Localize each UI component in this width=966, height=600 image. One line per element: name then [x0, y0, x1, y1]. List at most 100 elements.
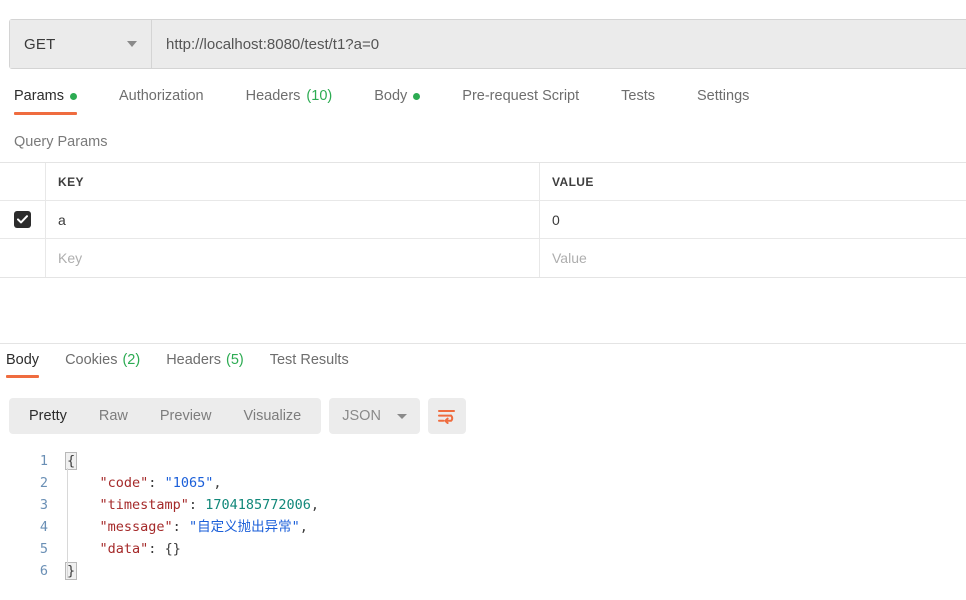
code-line: {	[58, 450, 966, 472]
json-comma: ,	[213, 475, 222, 491]
response-body-viewer[interactable]: 1 2 3 4 5 6 { "code": "1065", "timestamp…	[0, 446, 966, 600]
http-method-label: GET	[24, 35, 56, 53]
request-url-bar: GET http://localhost:8080/test/t1?a=0	[9, 19, 966, 69]
table-row: a 0	[0, 201, 966, 239]
code-line: "message": "自定义抛出异常",	[58, 516, 966, 538]
request-url-input[interactable]: http://localhost:8080/test/t1?a=0	[152, 20, 966, 68]
param-value-input[interactable]: 0	[540, 201, 966, 238]
tab-headers[interactable]: Headers (10)	[246, 88, 333, 115]
response-tab-body[interactable]: Body	[6, 352, 40, 378]
response-tab-test-results[interactable]: Test Results	[270, 352, 349, 378]
tab-authorization-label: Authorization	[118, 88, 204, 104]
line-number: 2	[39, 475, 48, 491]
response-tab-headers-count: (5)	[226, 352, 244, 368]
json-separator: :	[148, 541, 165, 557]
tab-pre-request-script[interactable]: Pre-request Script	[462, 88, 579, 115]
line-number-gutter: 1 2 3 4 5 6	[0, 446, 58, 600]
response-tab-cookies-label: Cookies	[65, 352, 118, 368]
response-tab-cookies-count: (2)	[122, 352, 141, 368]
word-wrap-icon	[438, 410, 456, 424]
tab-headers-count: (10)	[306, 88, 333, 104]
tab-settings-label: Settings	[696, 88, 750, 104]
response-tab-body-label: Body	[6, 352, 40, 368]
code-fold-rail	[67, 468, 68, 578]
request-tab-bar: Params Authorization Headers (10) Body P…	[0, 88, 966, 121]
tab-body-label: Body	[374, 88, 408, 104]
json-key: "timestamp"	[99, 497, 189, 513]
view-mode-preview[interactable]: Preview	[144, 402, 228, 430]
param-key-input[interactable]: a	[46, 201, 540, 238]
response-format-select[interactable]: JSON	[329, 398, 420, 434]
word-wrap-button[interactable]	[427, 398, 466, 434]
json-key: "data"	[99, 541, 149, 557]
line-number: 6	[39, 563, 48, 579]
json-key: "code"	[99, 475, 149, 491]
check-icon	[17, 215, 28, 224]
code-line: "code": "1065",	[58, 472, 966, 494]
tab-params[interactable]: Params	[14, 88, 77, 115]
response-tab-headers[interactable]: Headers (5)	[166, 352, 244, 378]
line-number: 4	[39, 519, 48, 535]
param-key-placeholder: Key	[58, 250, 83, 266]
json-separator: :	[148, 475, 165, 491]
tab-tests-label: Tests	[621, 88, 655, 104]
row-enabled-checkbox[interactable]	[14, 211, 31, 228]
response-tab-headers-label: Headers	[166, 352, 221, 368]
response-format-label: JSON	[342, 408, 381, 424]
tab-body[interactable]: Body	[374, 88, 421, 115]
select-all-column-header	[0, 163, 46, 200]
response-tab-test-results-label: Test Results	[269, 352, 349, 368]
code-content: { "code": "1065", "timestamp": 170418577…	[58, 446, 966, 600]
code-line: }	[58, 560, 966, 582]
json-value-string: "自定义抛出异常"	[188, 519, 300, 535]
param-key-value: a	[58, 211, 66, 228]
tab-settings[interactable]: Settings	[697, 88, 749, 115]
json-separator: :	[172, 519, 189, 535]
json-value-object: {}	[164, 541, 181, 557]
row-enabled-checkbox-cell	[0, 201, 46, 238]
line-number: 1	[39, 453, 48, 469]
response-tab-cookies[interactable]: Cookies (2)	[65, 352, 140, 378]
http-method-select[interactable]: GET	[10, 20, 152, 68]
response-view-toolbar: Pretty Raw Preview Visualize JSON	[9, 398, 466, 434]
param-key-input-empty[interactable]: Key	[46, 239, 540, 277]
modified-dot-icon	[69, 92, 77, 100]
table-row: Key Value	[0, 239, 966, 277]
json-key: "message"	[99, 519, 173, 535]
modified-dot-icon	[413, 92, 421, 100]
param-value-value: 0	[552, 211, 560, 228]
tab-authorization[interactable]: Authorization	[119, 88, 204, 115]
tab-headers-label: Headers	[245, 88, 301, 104]
code-line: "data": {}	[58, 538, 966, 560]
tab-params-label: Params	[14, 88, 64, 104]
row-enabled-checkbox-cell	[0, 239, 46, 277]
json-separator: :	[188, 497, 206, 513]
tab-pre-request-script-label: Pre-request Script	[462, 88, 580, 104]
view-mode-raw[interactable]: Raw	[83, 402, 144, 430]
json-value-string: "1065"	[164, 475, 214, 491]
json-value-number: 1704185772006	[205, 497, 311, 513]
line-number: 5	[39, 541, 48, 557]
line-number: 3	[39, 497, 48, 513]
column-header-value: VALUE	[552, 174, 594, 189]
query-params-title: Query Params	[14, 134, 108, 150]
code-line: "timestamp": 1704185772006,	[58, 494, 966, 516]
param-value-input-empty[interactable]: Value	[540, 239, 966, 277]
response-tab-bar: Body Cookies (2) Headers (5) Test Result…	[0, 352, 966, 384]
table-header-row: KEY VALUE	[0, 163, 966, 201]
column-header-key: KEY	[46, 163, 540, 200]
view-mode-visualize[interactable]: Visualize	[227, 402, 317, 430]
view-mode-group: Pretty Raw Preview Visualize	[9, 398, 322, 434]
json-comma: ,	[299, 519, 308, 535]
view-mode-pretty[interactable]: Pretty	[13, 402, 83, 430]
chevron-down-icon	[396, 413, 407, 419]
query-params-table: KEY VALUE a 0 Key Value	[0, 162, 966, 278]
pane-divider[interactable]	[0, 343, 966, 344]
tab-tests[interactable]: Tests	[621, 88, 655, 115]
json-comma: ,	[310, 497, 319, 513]
chevron-down-icon	[127, 41, 137, 47]
